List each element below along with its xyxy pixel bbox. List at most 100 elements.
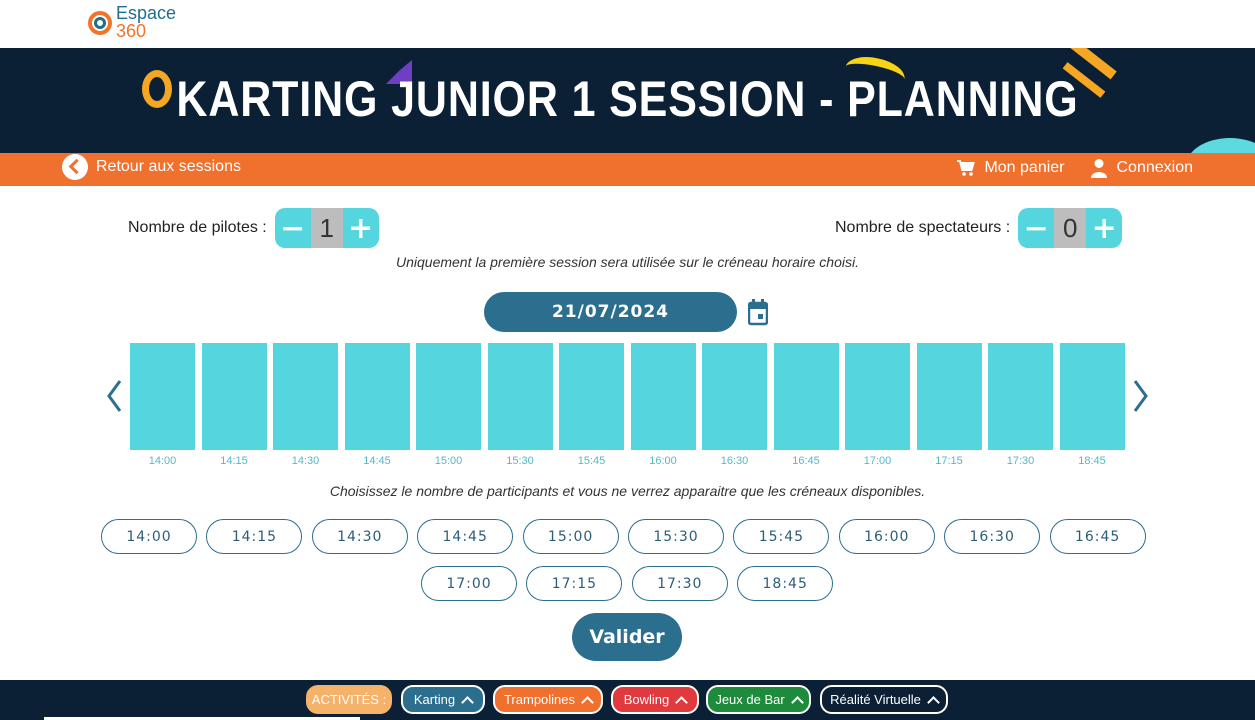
time-button[interactable]: 16:00	[838, 519, 935, 554]
pilots-counter: Nombre de pilotes : − 1 +	[128, 208, 379, 248]
time-button[interactable]: 14:15	[206, 519, 303, 554]
time-slot: 15:45	[559, 343, 624, 467]
chevron-up-icon	[675, 695, 689, 709]
time-slot-bar[interactable]	[416, 343, 481, 450]
chevron-left-icon	[62, 154, 88, 180]
decor-blob-icon	[1185, 138, 1255, 153]
login-link[interactable]: Connexion	[1089, 158, 1194, 178]
time-slot: 16:30	[702, 343, 767, 467]
time-slot-label: 17:15	[935, 455, 963, 467]
time-slot-bar[interactable]	[201, 343, 267, 450]
back-to-sessions-link[interactable]: Retour aux sessions	[62, 154, 241, 180]
time-slot-strip: 14:00 14:15 14:30 14:45 15:00 15:30 15:45 16:00…	[130, 343, 1125, 467]
time-slot-bar[interactable]	[702, 343, 767, 450]
time-slot-label: 15:30	[506, 455, 534, 467]
time-button[interactable]: 16:30	[944, 519, 1041, 554]
activity-label: Jeux de Bar	[715, 692, 785, 707]
chevron-right-icon[interactable]	[1132, 378, 1150, 414]
activity-bowling-button[interactable]: Bowling	[611, 685, 699, 714]
chevron-left-icon[interactable]	[105, 378, 123, 414]
time-slot-label: 18:45	[1078, 455, 1106, 467]
activity-label: Trampolines	[503, 692, 576, 707]
time-slot: 15:30	[487, 343, 553, 467]
logo-text-line1: Espace	[116, 3, 177, 23]
cart-label: Mon panier	[984, 159, 1065, 176]
activities-label: ACTIVITÉS :	[306, 685, 392, 714]
time-slot-label: 14:45	[363, 455, 391, 467]
date-selector[interactable]: 21/07/2024	[484, 292, 737, 332]
logo-bar: Espace 360	[0, 0, 1255, 48]
time-button[interactable]: 14:00	[101, 519, 197, 554]
pilots-minus-button[interactable]: −	[275, 208, 311, 248]
time-slot-bar[interactable]	[273, 343, 338, 450]
spectators-plus-button[interactable]: +	[1086, 208, 1122, 248]
time-button[interactable]: 15:00	[522, 519, 619, 554]
activity-r-alit-virtuelle-button[interactable]: Réalité Virtuelle	[820, 685, 948, 714]
time-slot-bar[interactable]	[487, 343, 553, 450]
activity-jeux-de-bar-button[interactable]: Jeux de Bar	[706, 685, 811, 714]
time-slot-bar[interactable]	[988, 343, 1053, 450]
page-banner: KARTING JUNIOR 1 SESSION - PLANNING	[0, 48, 1255, 153]
activity-label: Bowling	[623, 692, 670, 707]
time-button[interactable]: 16:45	[1049, 519, 1146, 554]
time-slot: 17:00	[845, 343, 910, 467]
activity-label: Karting	[413, 692, 456, 707]
spectators-value: 0	[1054, 208, 1087, 248]
time-slot-bar[interactable]	[344, 343, 410, 450]
spectators-minus-button[interactable]: −	[1018, 208, 1054, 248]
time-slot-label: 15:45	[577, 455, 606, 467]
time-slot-bar[interactable]	[773, 343, 839, 450]
spectators-label: Nombre de spectateurs :	[835, 219, 1011, 236]
time-slot: 18:45	[1059, 343, 1125, 467]
cart-link[interactable]: Mon panier	[956, 158, 1065, 178]
time-slot-label: 14:15	[220, 455, 248, 467]
time-slot-bar[interactable]	[1059, 343, 1125, 450]
time-slot: 15:00	[416, 343, 481, 467]
time-slot: 16:00	[630, 343, 696, 467]
time-slot-bar[interactable]	[630, 343, 696, 450]
time-slot: 17:30	[988, 343, 1053, 467]
spectators-counter: Nombre de spectateurs : − 0 +	[835, 208, 1123, 248]
time-button[interactable]: 14:45	[417, 519, 514, 554]
nav-bar: Retour aux sessions Mon panier Connexion	[0, 153, 1255, 186]
spectators-stepper: − 0 +	[1018, 208, 1123, 248]
activity-trampolines-button[interactable]: Trampolines	[493, 685, 603, 714]
time-slot-label: 14:00	[148, 455, 177, 467]
pilots-value: 1	[310, 208, 343, 248]
steering-wheel-icon	[88, 5, 114, 39]
time-button[interactable]: 15:30	[628, 519, 724, 554]
chevron-up-icon	[581, 695, 594, 709]
time-slot-label: 17:30	[1006, 455, 1035, 467]
validate-button[interactable]: Valider	[572, 613, 682, 661]
chevron-up-icon	[461, 695, 474, 709]
time-slot-bar[interactable]	[130, 343, 195, 450]
activity-label: Réalité Virtuelle	[830, 692, 921, 707]
time-slot-label: 16:30	[720, 455, 749, 467]
time-slot: 14:00	[130, 343, 195, 467]
time-button[interactable]: 14:30	[311, 519, 408, 554]
page-title: KARTING JUNIOR 1 SESSION - PLANNING	[176, 71, 1079, 127]
pilots-plus-button[interactable]: +	[343, 208, 379, 248]
time-slot-bar[interactable]	[845, 343, 910, 450]
time-slot-label: 16:00	[649, 455, 677, 467]
user-icon	[1090, 159, 1107, 178]
pilots-label: Nombre de pilotes :	[128, 219, 267, 236]
time-slot: 14:15	[201, 343, 267, 467]
time-button[interactable]: 17:00	[421, 566, 517, 601]
calendar-icon[interactable]	[748, 298, 768, 326]
page: Espace 360 KARTING JUNIOR 1 SESSION - PL…	[0, 0, 1255, 720]
time-slot: 17:15	[916, 343, 982, 467]
time-button[interactable]: 15:45	[733, 519, 830, 554]
time-slot-bar[interactable]	[559, 343, 624, 450]
time-button[interactable]: 18:45	[737, 566, 834, 601]
time-slot-bar[interactable]	[916, 343, 982, 450]
activity-karting-button[interactable]: Karting	[401, 685, 485, 714]
time-slot: 16:45	[773, 343, 839, 467]
espace-360-logo[interactable]: Espace 360	[88, 4, 176, 40]
time-button[interactable]: 17:15	[526, 566, 623, 601]
participants-note: Choisissez le nombre de participants et …	[329, 483, 926, 499]
logo-text-line2: 360	[116, 21, 147, 41]
login-label: Connexion	[1116, 159, 1194, 176]
time-button[interactable]: 17:30	[631, 566, 728, 601]
time-slot: 14:30	[273, 343, 338, 467]
